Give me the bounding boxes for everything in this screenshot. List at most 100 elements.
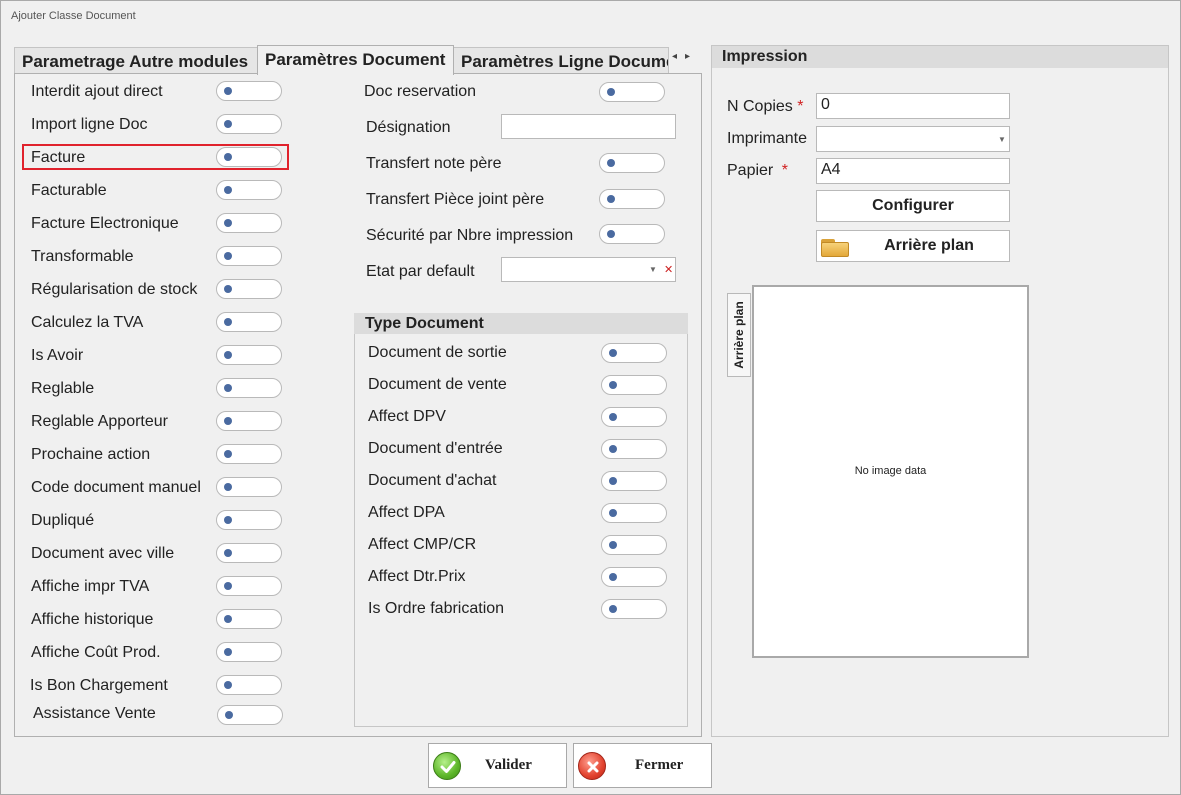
transfert-piece-label: Transfert Pièce joint père xyxy=(366,191,545,208)
toggle-switch[interactable] xyxy=(216,213,282,233)
type-document-label: Affect DPV xyxy=(368,408,446,425)
folder-icon xyxy=(821,237,849,257)
designation-label: Désignation xyxy=(366,119,451,136)
toggle-label: Document avec ville xyxy=(31,545,175,562)
toggle-switch[interactable] xyxy=(216,246,282,266)
type-document-toggle[interactable] xyxy=(601,375,667,395)
impression-header: Impression xyxy=(712,46,1168,68)
type-document-label: Affect DPA xyxy=(368,504,445,521)
copies-label: N Copies * xyxy=(727,98,804,115)
transfert-note-toggle[interactable] xyxy=(599,153,665,173)
chevron-down-icon[interactable]: ▼ xyxy=(998,135,1006,144)
tab-parametrage-autre-modules[interactable]: Parametrage Autre modules xyxy=(14,47,258,74)
tab-strip: Parametrage Autre modules Paramètres Doc… xyxy=(14,45,702,75)
tab-parametres-ligne-document[interactable]: Paramètres Ligne Document xyxy=(453,47,669,74)
toggle-switch[interactable] xyxy=(216,279,282,299)
fermer-button[interactable]: Fermer xyxy=(573,743,712,788)
toggle-label: Facturable xyxy=(31,182,107,199)
required-mark: * xyxy=(781,162,788,179)
type-document-header: Type Document xyxy=(354,313,688,334)
type-document-label: Document d'achat xyxy=(368,472,497,489)
toggle-label: Interdit ajout direct xyxy=(31,83,163,100)
type-document-toggle[interactable] xyxy=(601,439,667,459)
toggle-switch[interactable] xyxy=(216,114,282,134)
type-document-toggle[interactable] xyxy=(601,343,667,363)
toggle-switch[interactable] xyxy=(216,411,282,431)
designation-input[interactable] xyxy=(501,114,676,139)
tab-scroll-arrows[interactable]: ◂▸ xyxy=(672,51,698,62)
copies-input[interactable]: 0 xyxy=(816,93,1010,119)
toggle-switch[interactable] xyxy=(216,180,282,200)
type-document-toggle[interactable] xyxy=(601,503,667,523)
facture-highlight xyxy=(22,144,289,170)
type-document-label: Document d'entrée xyxy=(368,440,503,457)
imprimante-label: Imprimante xyxy=(727,130,808,147)
type-document-label: Affect Dtr.Prix xyxy=(368,568,466,585)
toggle-switch[interactable] xyxy=(216,642,282,662)
type-document-toggle[interactable] xyxy=(601,471,667,491)
securite-toggle[interactable] xyxy=(599,224,665,244)
type-document-label: Affect CMP/CR xyxy=(368,536,477,553)
toggle-label: Prochaine action xyxy=(31,446,151,463)
toggle-switch[interactable] xyxy=(216,81,282,101)
doc-reservation-toggle[interactable] xyxy=(599,82,665,102)
chevron-down-icon[interactable]: ▼ xyxy=(649,265,657,274)
imprimante-combo[interactable] xyxy=(816,126,1010,152)
arriere-plan-side-tab[interactable]: Arrière plan xyxy=(727,293,751,377)
window-title: Ajouter Classe Document xyxy=(11,10,136,22)
papier-label: Papier * xyxy=(727,162,788,179)
toggle-label: Reglable xyxy=(31,380,95,397)
toggle-label: Affiche historique xyxy=(31,611,154,628)
dialog-window: Ajouter Classe Document Parametrage Autr… xyxy=(0,0,1181,795)
toggle-label: Affiche impr TVA xyxy=(31,578,150,595)
etat-default-label: Etat par default xyxy=(366,263,475,280)
toggle-label: Calculez la TVA xyxy=(31,314,144,331)
toggle-switch[interactable] xyxy=(216,378,282,398)
chevron-left-icon[interactable]: ◂ xyxy=(672,51,685,62)
clear-icon[interactable]: ✕ xyxy=(664,263,673,276)
tab-parametres-document[interactable]: Paramètres Document xyxy=(257,45,454,75)
close-icon xyxy=(578,752,606,780)
securite-label: Sécurité par Nbre impression xyxy=(366,227,574,244)
toggle-label: Régularisation de stock xyxy=(31,281,198,298)
toggle-label: Is Avoir xyxy=(31,347,84,364)
toggle-switch[interactable] xyxy=(216,312,282,332)
check-icon xyxy=(433,752,461,780)
type-document-toggle[interactable] xyxy=(601,407,667,427)
chevron-right-icon[interactable]: ▸ xyxy=(685,51,698,62)
toggle-switch[interactable] xyxy=(216,345,282,365)
toggle-switch[interactable] xyxy=(216,609,282,629)
type-document-label: Document de vente xyxy=(368,376,507,393)
toggle-label: Code document manuel xyxy=(31,479,201,496)
toggle-label: Assistance Vente xyxy=(33,705,156,722)
transfert-note-label: Transfert note père xyxy=(366,155,502,172)
toggle-switch[interactable] xyxy=(216,510,282,530)
type-document-toggle[interactable] xyxy=(601,535,667,555)
valider-button[interactable]: Valider xyxy=(428,743,567,788)
no-image-text: No image data xyxy=(854,465,927,477)
type-document-toggle[interactable] xyxy=(601,567,667,587)
configurer-button[interactable]: Configurer xyxy=(816,190,1010,222)
type-document-toggle[interactable] xyxy=(601,599,667,619)
toggle-label: Reglable Apporteur xyxy=(31,413,168,430)
toggle-label: Is Bon Chargement xyxy=(30,677,168,694)
papier-input[interactable]: A4 xyxy=(816,158,1010,184)
toggle-label: Facture Electronique xyxy=(31,215,179,232)
toggle-switch[interactable] xyxy=(216,444,282,464)
toggle-label: Transformable xyxy=(31,248,134,265)
required-mark: * xyxy=(797,98,804,115)
transfert-piece-toggle[interactable] xyxy=(599,189,665,209)
background-image-box[interactable]: No image data xyxy=(752,285,1029,658)
doc-reservation-label: Doc reservation xyxy=(364,83,477,100)
toggle-label: Import ligne Doc xyxy=(31,116,148,133)
toggle-switch[interactable] xyxy=(216,477,282,497)
toggle-switch[interactable] xyxy=(216,543,282,563)
toggle-switch[interactable] xyxy=(217,705,283,725)
arriere-plan-button[interactable]: Arrière plan xyxy=(816,230,1010,262)
type-document-label: Document de sortie xyxy=(368,344,507,361)
toggle-switch[interactable] xyxy=(216,675,282,695)
toggle-switch[interactable] xyxy=(216,576,282,596)
toggle-label: Dupliqué xyxy=(31,512,95,529)
type-document-label: Is Ordre fabrication xyxy=(368,600,505,617)
toggle-label: Affiche Coût Prod. xyxy=(31,644,161,661)
